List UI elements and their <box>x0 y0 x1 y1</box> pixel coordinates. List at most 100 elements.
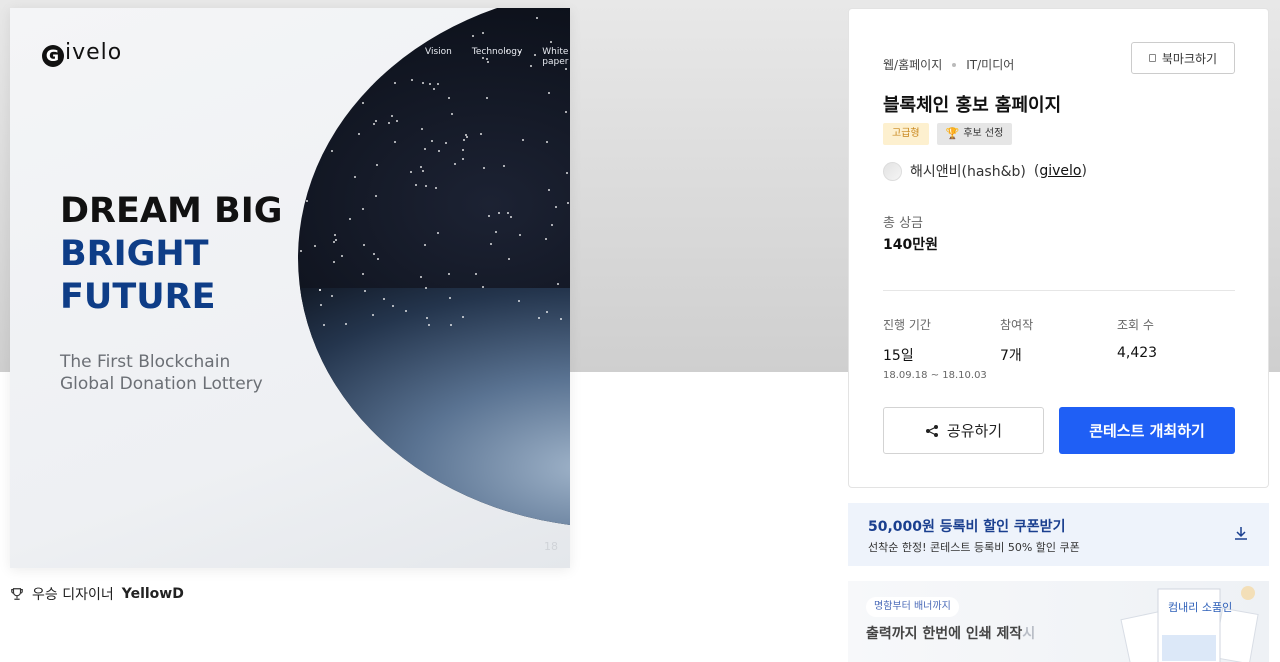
owner-handle-link[interactable]: givelo <box>1039 163 1081 179</box>
star-dot <box>321 29 323 31</box>
star-dot <box>415 184 417 186</box>
star-dot <box>322 75 324 77</box>
star-dot <box>311 139 313 141</box>
contest-artwork-preview[interactable]: Givelo Vision Technology White paper DRE… <box>10 8 570 568</box>
star-dot <box>546 311 548 313</box>
star-dot <box>490 243 492 245</box>
star-dot <box>454 163 456 165</box>
print-service-banner[interactable]: 명함부터 배너까지 출력까지 한번에 인쇄 제작시 컴내리 소품인 <box>848 581 1269 662</box>
avatar <box>883 161 902 181</box>
artwork-earth-image <box>298 288 570 528</box>
star-dot <box>312 126 314 128</box>
star-dot <box>453 15 455 17</box>
star-dot <box>462 316 464 318</box>
star-dot <box>555 206 557 208</box>
star-dot <box>545 238 547 240</box>
category-sub[interactable]: IT/미디어 <box>966 56 1014 73</box>
contest-title: 블록체인 홍보 홈페이지 <box>883 95 1062 116</box>
star-dot <box>437 83 439 85</box>
star-dot <box>565 111 567 113</box>
winner-label: 우승 디자이너 <box>32 587 114 603</box>
separator-dot <box>952 62 957 67</box>
artwork-subtitle: The First Blockchain Global Donation Lot… <box>60 352 263 394</box>
star-dot <box>334 234 336 236</box>
star-dot <box>396 120 398 122</box>
download-icon[interactable] <box>1233 525 1249 541</box>
star-dot <box>480 133 482 135</box>
artwork-nav: Vision Technology White paper <box>425 47 570 67</box>
star-dot <box>475 273 477 275</box>
star-dot <box>375 120 377 122</box>
bookmark-button[interactable]: 북마크하기 <box>1131 42 1235 74</box>
svg-text:컴내리 소품인: 컴내리 소품인 <box>1168 601 1232 614</box>
candidate-badge: 🏆 후보 선정 <box>936 123 1013 145</box>
star-dot <box>482 286 484 288</box>
star-dot <box>331 150 333 152</box>
star-dot <box>437 232 439 234</box>
star-dot <box>358 133 360 135</box>
star-dot <box>362 208 364 210</box>
star-dot <box>482 32 484 34</box>
star-dot <box>421 128 423 130</box>
star-dot <box>392 305 394 307</box>
star-dot <box>377 258 379 260</box>
star-dot <box>510 216 512 218</box>
star-dot <box>333 261 335 263</box>
star-dot <box>390 16 392 18</box>
star-dot <box>466 136 468 138</box>
star-dot <box>299 123 301 125</box>
contest-owner: 해시앤비(hash&b) (givelo) <box>883 161 1087 181</box>
star-dot <box>428 324 430 326</box>
star-dot <box>435 187 437 189</box>
star-dot <box>436 24 438 26</box>
star-dot <box>495 231 497 233</box>
star-dot <box>407 18 409 20</box>
star-dot <box>448 97 450 99</box>
star-dot <box>391 115 393 117</box>
star-dot <box>364 290 366 292</box>
star-dot <box>420 166 422 168</box>
star-dot <box>330 86 332 88</box>
star-dot <box>433 88 435 90</box>
star-dot <box>376 164 378 166</box>
star-dot <box>314 245 316 247</box>
coupon-title: 50,000원 등록비 할인 쿠폰받기 <box>868 519 1066 535</box>
star-dot <box>300 250 302 252</box>
star-dot <box>373 123 375 125</box>
star-dot <box>425 287 427 289</box>
coupon-subtitle: 선착순 한정! 콘테스트 등록비 50% 할인 쿠폰 <box>868 541 1080 554</box>
star-dot <box>465 134 467 136</box>
coupon-banner[interactable]: 50,000원 등록비 할인 쿠폰받기 선착순 한정! 콘테스트 등록비 50%… <box>848 503 1269 566</box>
artwork-logo: Givelo <box>42 40 122 67</box>
host-contest-button[interactable]: 콘테스트 개최하기 <box>1059 407 1235 454</box>
star-dot <box>536 17 538 19</box>
artwork-nav-item: White paper <box>542 47 569 67</box>
star-dot <box>557 283 559 285</box>
star-dot <box>345 19 347 21</box>
star-dot <box>383 298 385 300</box>
star-dot <box>507 212 509 214</box>
winner-name[interactable]: YellowD <box>122 586 184 602</box>
star-dot <box>320 304 322 306</box>
star-dot <box>335 239 337 241</box>
star-dot <box>336 79 338 81</box>
category-main[interactable]: 웹/홈페이지 <box>883 56 942 73</box>
share-button[interactable]: 공유하기 <box>883 407 1044 454</box>
star-dot <box>518 300 520 302</box>
star-dot <box>566 172 568 174</box>
star-dot <box>320 14 322 16</box>
star-dot <box>462 158 464 160</box>
star-dot <box>422 82 424 84</box>
star-dot <box>546 141 548 143</box>
stat-entries: 참여작 7개 <box>1000 318 1034 364</box>
star-dot <box>363 244 365 246</box>
star-dot <box>345 323 347 325</box>
star-dot <box>508 258 510 260</box>
stat-views: 조회 수 4,423 <box>1117 318 1158 361</box>
artwork-page-number: 18 <box>544 540 558 553</box>
star-dot <box>429 83 431 85</box>
contest-badges: 고급형 🏆 후보 선정 <box>883 123 1013 145</box>
star-dot <box>373 253 375 255</box>
print-ad-illustration: 컴내리 소품인 <box>1120 586 1259 662</box>
star-dot <box>375 195 377 197</box>
